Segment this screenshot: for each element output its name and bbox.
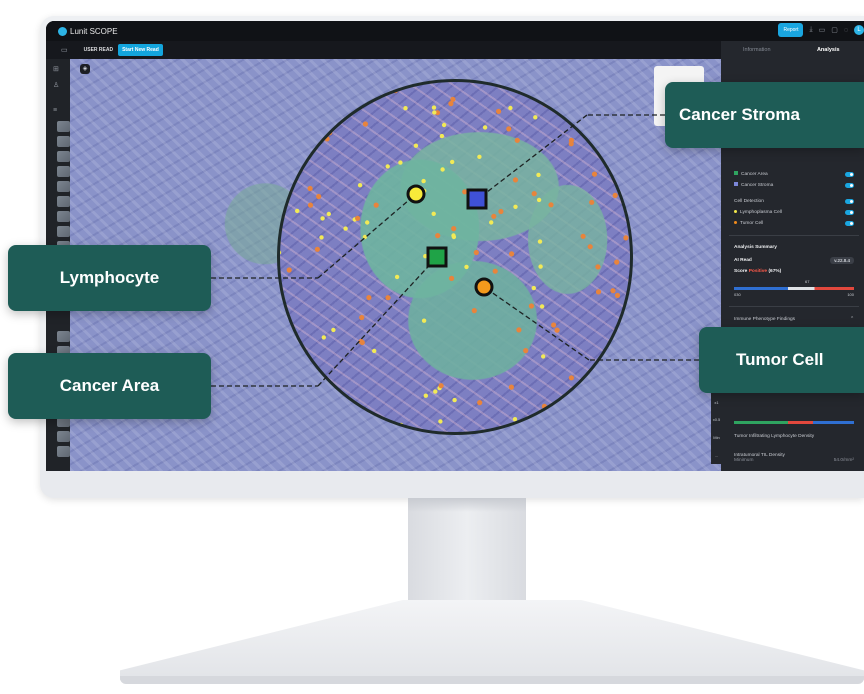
cancer-stroma-marker: [466, 188, 488, 210]
lymphocyte-marker: [406, 184, 426, 204]
leader-line-cancer-area-diag: [317, 256, 438, 387]
callout-cancer-stroma: Cancer Stroma: [665, 82, 864, 148]
cancer-area-marker: [426, 246, 448, 268]
tumor-cell-marker: [474, 277, 494, 297]
callout-lymphocyte: Lymphocyte: [8, 245, 211, 311]
leader-line-cancer-stroma-diag: [477, 114, 588, 200]
leader-line-lymphocyte-diag: [317, 193, 417, 279]
leader-line-tumor-cell-diag: [483, 286, 590, 361]
callout-cancer-area: Cancer Area: [8, 353, 211, 419]
callout-tumor-cell: Tumor Cell: [699, 327, 864, 393]
